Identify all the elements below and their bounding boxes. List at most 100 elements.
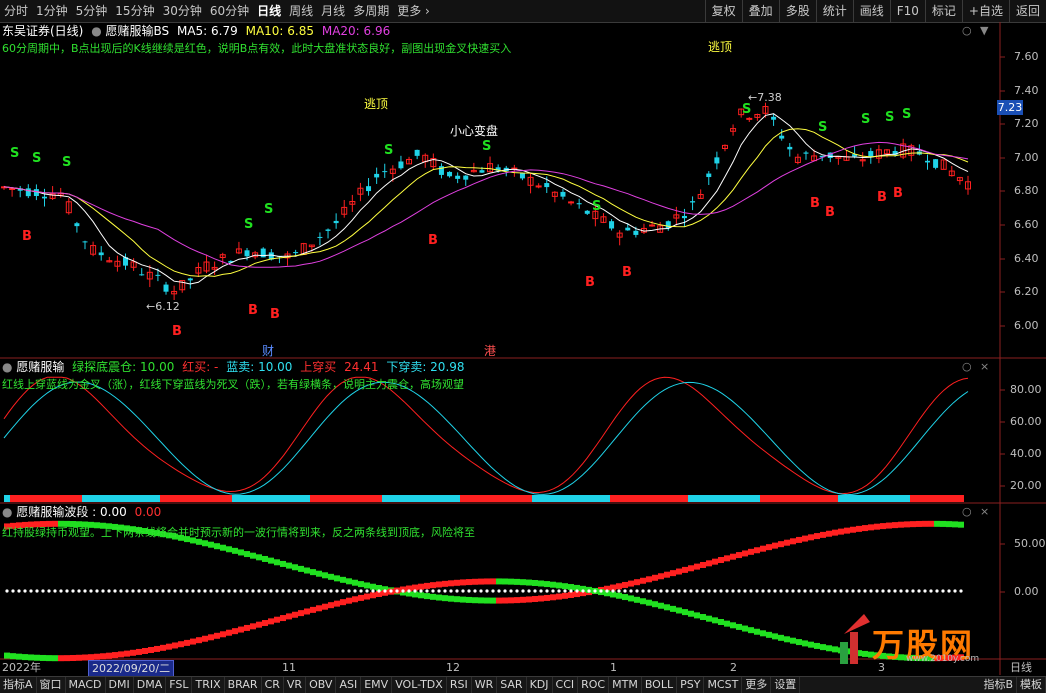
zero-dot — [359, 589, 363, 593]
indicator-tab-19[interactable]: ROC — [578, 677, 610, 693]
lower-band-step — [4, 652, 10, 659]
indicator-settings-icon[interactable]: ● — [2, 505, 12, 519]
indicator-settings-icon[interactable]: ● — [91, 24, 101, 38]
sell-signal: S — [861, 112, 870, 127]
indicator-tab-7[interactable]: BRAR — [225, 677, 262, 693]
indicator-tab-3[interactable]: DMI — [106, 677, 134, 693]
indicator-tab-8[interactable]: CR — [262, 677, 284, 693]
candle-body — [9, 188, 16, 191]
indicator-tab-20[interactable]: MTM — [609, 677, 642, 693]
lower-band-step — [634, 596, 640, 603]
ma5-value: MA5: 6.79 — [176, 24, 238, 38]
close-icon[interactable]: × — [980, 360, 989, 373]
strip-segment — [16, 495, 22, 502]
indicator-tab-10[interactable]: OBV — [306, 677, 337, 693]
lower-band-step — [616, 592, 622, 599]
strip-segment — [430, 495, 436, 502]
lower-band-step — [706, 615, 712, 622]
close-icon[interactable]: × — [980, 505, 989, 518]
zero-dot — [113, 589, 117, 593]
strip-segment — [622, 495, 628, 502]
zero-dot — [659, 589, 663, 593]
indicator-tab-24[interactable]: 更多 — [742, 677, 772, 693]
lower-band-step — [274, 616, 280, 623]
strip-segment — [466, 495, 472, 502]
indicator-tab-0[interactable]: 指标A — [0, 677, 37, 693]
lower-band-step — [364, 593, 370, 600]
indicator-tab-14[interactable]: RSI — [447, 677, 472, 693]
candle-body — [746, 117, 753, 120]
upper-band-step — [418, 592, 424, 599]
indicator-tab-22[interactable]: PSY — [677, 677, 705, 693]
indicator-tab-6[interactable]: TRIX — [192, 677, 225, 693]
panel-options-icon[interactable]: ○ — [962, 24, 972, 37]
indicator-tab-11[interactable]: ASI — [336, 677, 362, 693]
y-tick: 0.00 — [1014, 585, 1039, 598]
hk-event-marker[interactable]: 港 — [484, 344, 496, 358]
indicator-tab-18[interactable]: CCI — [553, 677, 579, 693]
stock-arrow-icon — [840, 614, 870, 664]
indicator-tab-1[interactable]: 窗口 — [37, 677, 66, 693]
indicator-tab-23[interactable]: MCST — [704, 677, 743, 693]
zero-dot — [197, 589, 201, 593]
strip-segment — [592, 495, 598, 502]
candle-body — [625, 227, 631, 231]
indicator-tab-2[interactable]: MACD — [66, 677, 106, 693]
strip-segment — [580, 495, 586, 502]
indicator-tab-17[interactable]: KDJ — [527, 677, 553, 693]
indicator-tab-9[interactable]: VR — [284, 677, 307, 693]
upper-band-step — [508, 597, 514, 604]
zero-dot — [419, 589, 423, 593]
panel-options-icon[interactable]: ○ — [962, 360, 972, 373]
indicator-tab-13[interactable]: VOL-TDX — [392, 677, 447, 693]
upper-band-step — [562, 592, 568, 599]
sell-signal: S — [818, 120, 827, 135]
bottom-right-tab-0[interactable]: 指标B — [980, 677, 1017, 693]
sub1-description: 红线上穿蓝线为金叉（涨），红线下穿蓝线为死叉（跌），若有绿横条，说明主力震仓，高… — [2, 378, 464, 391]
strip-segment — [760, 495, 766, 502]
strip-segment — [274, 495, 280, 502]
zero-dot — [641, 589, 645, 593]
indicator-settings-icon[interactable]: ● — [2, 360, 12, 374]
upper-band-step — [880, 523, 886, 530]
strip-segment — [922, 495, 928, 502]
lower-band-step — [58, 655, 64, 662]
strip-segment — [952, 495, 958, 502]
upper-band-step — [634, 579, 640, 586]
strip-segment — [928, 495, 934, 502]
lower-band-step — [70, 654, 76, 661]
strip-segment — [418, 495, 424, 502]
lower-band-step — [484, 578, 490, 585]
indicator-tab-21[interactable]: BOLL — [642, 677, 678, 693]
strip-segment — [184, 495, 190, 502]
indicator-tab-4[interactable]: DMA — [134, 677, 167, 693]
collapse-icon[interactable]: ▼ — [980, 24, 988, 37]
upper-band-step — [232, 547, 238, 554]
strip-segment — [904, 495, 910, 502]
panel-options-icon[interactable]: ○ — [962, 505, 972, 518]
sell-signal: S — [902, 107, 911, 122]
strip-segment — [262, 495, 268, 502]
upper-band-step — [328, 573, 334, 580]
lower-band-step — [514, 578, 520, 585]
upper-band-step — [700, 561, 706, 568]
bottom-right-tab-1[interactable]: 模板 — [1017, 677, 1046, 693]
indicator-tab-5[interactable]: FSL — [166, 677, 193, 693]
y-axis-ticks — [1000, 56, 1005, 593]
indicator-tab-16[interactable]: SAR — [497, 677, 527, 693]
lower-band-step — [142, 647, 148, 654]
indicator-tab-25[interactable]: 设置 — [771, 677, 801, 693]
sell-signal: S — [32, 151, 41, 166]
chart-canvas[interactable]: BBB BBBBBBB BS S SSSS SSSSS S S — [0, 0, 1046, 692]
lower-band-step — [430, 582, 436, 589]
strip-segment — [754, 495, 760, 502]
zero-dot — [251, 589, 255, 593]
upper-band-step — [916, 520, 922, 527]
finance-event-marker[interactable]: 财 — [262, 344, 274, 358]
upper-band-step — [364, 582, 370, 589]
zero-dot — [233, 589, 237, 593]
indicator-tab-12[interactable]: EMV — [361, 677, 393, 693]
upper-band-step — [538, 595, 544, 602]
candle-body — [25, 188, 31, 197]
indicator-tab-15[interactable]: WR — [472, 677, 498, 693]
